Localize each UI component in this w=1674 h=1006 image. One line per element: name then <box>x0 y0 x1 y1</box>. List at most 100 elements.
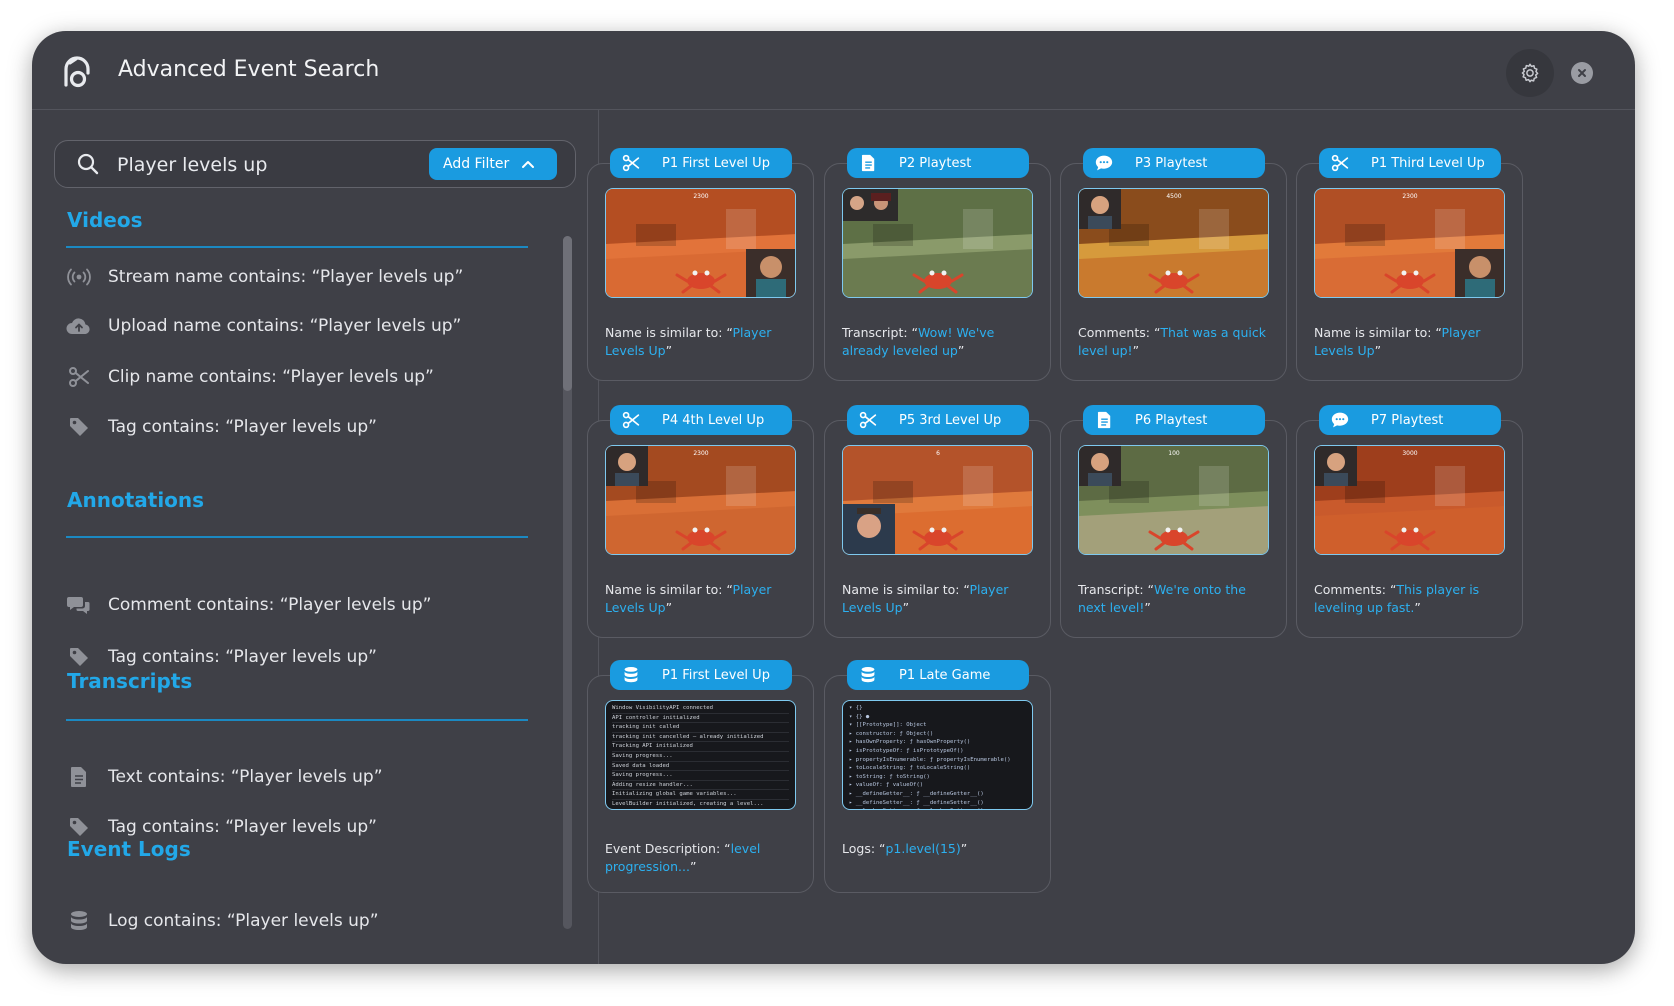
result-card-title-pill[interactable]: P1 First Level Up <box>610 660 792 690</box>
filter-item-comment[interactable]: Comment contains: “Player levels up” <box>66 592 431 618</box>
title-bar: Advanced Event Search <box>32 31 1635 110</box>
score-readout: 4500 <box>1166 193 1181 200</box>
filter-item-video-tag[interactable]: Tag contains: “Player levels up” <box>66 414 377 440</box>
settings-button[interactable] <box>1506 49 1554 97</box>
close-button[interactable] <box>1571 62 1593 84</box>
caption-suffix: ” <box>665 600 673 615</box>
result-card[interactable]: P1 First Level Up Window VisibilityAPI co… <box>587 660 814 893</box>
result-card-title-pill[interactable]: P1 Third Level Up <box>1319 148 1501 178</box>
result-card[interactable]: P1 First Level Up 2300 Name is similar to:… <box>587 148 814 381</box>
video-thumbnail[interactable]: 3000 <box>1314 445 1505 555</box>
section-title-event-logs: Event Logs <box>67 837 191 861</box>
document-icon <box>66 764 92 790</box>
log-line: ▸ constructor: ƒ Object() <box>849 730 934 737</box>
comments-icon <box>66 592 92 618</box>
video-thumbnail[interactable]: 100 <box>1078 445 1269 555</box>
log-line: Saving progress... <box>612 752 789 762</box>
filter-item-annotation-tag[interactable]: Tag contains: “Player levels up” <box>66 644 377 670</box>
log-line: ▸ __defineGetter__: ƒ __defineGetter__() <box>849 790 984 797</box>
score-readout: 2300 <box>693 193 708 200</box>
caption-suffix: ” <box>1374 343 1382 358</box>
caption-prefix: Name is similar to: “ <box>842 582 970 597</box>
log-line: ▸ hasOwnProperty: ƒ hasOwnProperty() <box>849 739 971 746</box>
log-line: Adding resize handler... <box>612 781 789 791</box>
filter-item-text: Stream name contains: “Player levels up” <box>108 267 464 287</box>
result-card-title-pill[interactable]: P3 Playtest <box>1083 148 1265 178</box>
score-readout: 100 <box>1168 450 1180 457</box>
result-card-title-pill[interactable]: P6 Playtest <box>1083 405 1265 435</box>
log-line: Window VisibilityAPI connected <box>612 704 789 714</box>
result-card-title-pill[interactable]: P2 Playtest <box>847 148 1029 178</box>
result-card-caption: Transcript: “Wow! We've already leveled … <box>842 324 1040 360</box>
scissors-icon <box>859 411 877 429</box>
log-preview: ▾ {} ▾ {} ● ▾ [[Prototype]]: Object ▸ co… <box>842 700 1033 810</box>
result-card-title: P1 Late Game <box>899 667 991 683</box>
score-readout: 2300 <box>693 450 708 457</box>
section-divider <box>66 536 528 538</box>
caption-suffix: ” <box>1144 600 1151 615</box>
result-card[interactable]: P3 Playtest 4500 Comments: “That was a qui… <box>1060 148 1287 381</box>
caption-prefix: Transcript: “ <box>1078 582 1155 597</box>
add-filter-button[interactable]: Add Filter <box>429 148 557 180</box>
result-card[interactable]: P2 Playtest Transcript: “Wow! We've alrea… <box>824 148 1051 381</box>
video-thumbnail[interactable]: 2300 <box>605 445 796 555</box>
video-thumbnail[interactable]: 2300 <box>605 188 796 298</box>
result-card[interactable]: P1 Late Game ▾ {} ▾ {} ● ▾ [[Prototype]]:… <box>824 660 1051 893</box>
result-card-caption: Name is similar to: “Player Levels Up” <box>842 581 1040 617</box>
result-card-title-pill[interactable]: P7 Playtest <box>1319 405 1501 435</box>
filter-item-stream-name[interactable]: Stream name contains: “Player levels up” <box>66 264 463 290</box>
caption-prefix: Name is similar to: “ <box>1314 325 1442 340</box>
filter-item-log[interactable]: Log contains: “Player levels up” <box>66 908 379 934</box>
video-thumbnail[interactable]: 2300 <box>1314 188 1505 298</box>
result-card[interactable]: P1 Third Level Up 2300 Name is similar to:… <box>1296 148 1523 381</box>
result-card-title: P5 3rd Level Up <box>899 412 1002 428</box>
scissors-icon <box>622 411 640 429</box>
result-card[interactable]: P6 Playtest 100 Transcript: “We're onto th… <box>1060 405 1287 638</box>
filter-item-clip-name[interactable]: Clip name contains: “Player levels up” <box>66 364 434 390</box>
page-title: Advanced Event Search <box>118 57 380 82</box>
scrollbar-thumb[interactable] <box>563 236 572 391</box>
search-icon <box>77 153 99 175</box>
log-line: ▸ valueOf: ƒ valueOf() <box>849 782 924 789</box>
database-icon <box>859 666 877 684</box>
log-line: ▸ __defineSetter__: ƒ __defineSetter__() <box>849 799 984 806</box>
filter-item-text: Text contains: “Player levels up” <box>108 767 383 787</box>
video-thumbnail[interactable]: 4500 <box>1078 188 1269 298</box>
video-thumbnail[interactable]: 6 <box>842 445 1033 555</box>
result-card-caption: Event Description: “level progression...… <box>605 840 803 876</box>
log-line: ▾ [[Prototype]]: Object <box>849 722 927 729</box>
log-line: Initializing global game variables... <box>612 790 789 800</box>
filter-item-upload-name[interactable]: Upload name contains: “Player levels up” <box>66 313 461 339</box>
result-card-title-pill[interactable]: P1 Late Game <box>847 660 1029 690</box>
result-card-title: P1 First Level Up <box>662 155 770 171</box>
video-thumbnail[interactable] <box>842 188 1033 298</box>
result-card-title: P2 Playtest <box>899 155 972 171</box>
caption-match[interactable]: p1.level(15) <box>886 841 961 856</box>
filter-item-transcript-text[interactable]: Text contains: “Player levels up” <box>66 764 383 790</box>
section-title-videos: Videos <box>67 208 143 232</box>
log-preview: Window VisibilityAPI connected API contro… <box>605 700 796 810</box>
result-card[interactable]: P5 3rd Level Up 6 Name is similar to: “Pla… <box>824 405 1051 638</box>
log-line: ▾ {} ● <box>849 713 870 720</box>
scissors-icon <box>1331 154 1349 172</box>
result-card[interactable]: P7 Playtest 3000 Comments: “This player is… <box>1296 405 1523 638</box>
search-input[interactable] <box>115 150 389 180</box>
chevron-up-icon <box>522 161 535 168</box>
result-card-title-pill[interactable]: P5 3rd Level Up <box>847 405 1029 435</box>
caption-prefix: Logs: “ <box>842 841 886 856</box>
log-line: ▸ propertyIsEnumerable: ƒ propertyIsEnum… <box>849 756 1011 763</box>
filter-item-text: Clip name contains: “Player levels up” <box>108 367 434 387</box>
add-filter-label: Add Filter <box>443 156 510 172</box>
caption-prefix: Comments: “ <box>1314 582 1397 597</box>
log-line: ▸ toString: ƒ toString() <box>849 773 930 780</box>
log-line: API controller initialized <box>612 714 789 724</box>
result-card-title-pill[interactable]: P4 4th Level Up <box>610 405 792 435</box>
comment-icon <box>1331 411 1349 429</box>
result-card[interactable]: P4 4th Level Up 2300 Name is similar to: “… <box>587 405 814 638</box>
section-title-annotations: Annotations <box>67 488 205 512</box>
section-divider <box>66 719 528 721</box>
tag-icon <box>66 414 92 440</box>
caption-suffix: ” <box>957 343 965 358</box>
log-line: ▸ __lookupGetter__: ƒ __lookupGetter__() <box>849 807 1026 809</box>
result-card-title-pill[interactable]: P1 First Level Up <box>610 148 792 178</box>
